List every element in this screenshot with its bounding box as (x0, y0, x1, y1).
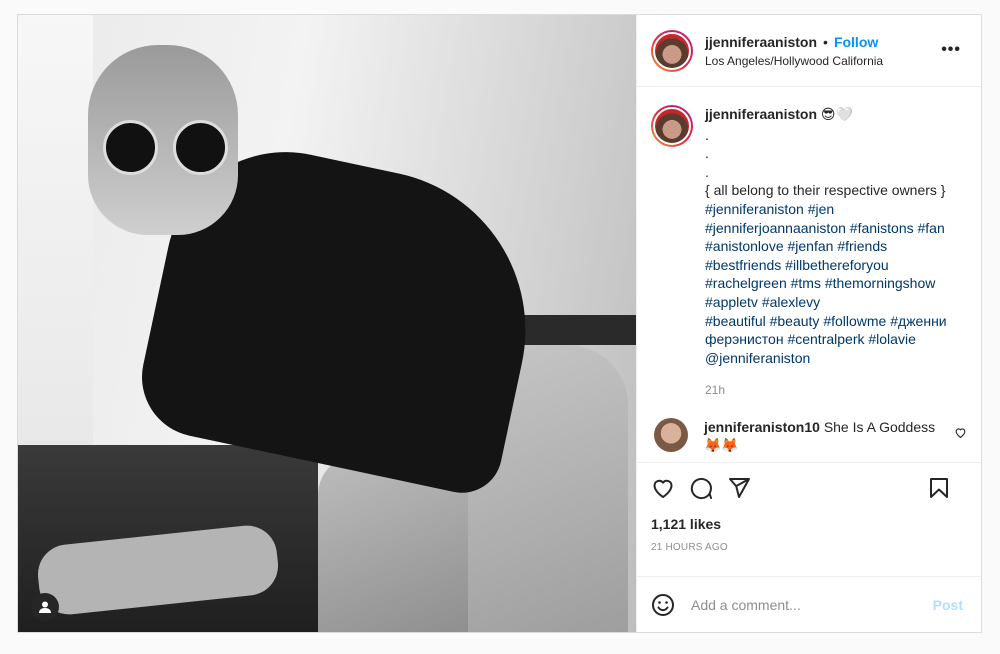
bookmark-icon[interactable] (927, 476, 951, 500)
caption-dot: . (705, 145, 709, 162)
heart-icon[interactable] (651, 476, 675, 500)
caption-dot: . (705, 163, 709, 180)
hashtag-line[interactable]: #jenniferjoannaaniston #fanistons #fan (705, 219, 947, 238)
hashtag-line[interactable]: #anistonlove #jenfan #friends (705, 237, 947, 256)
hashtag-line[interactable]: #beautiful #beauty #followme #дженни (705, 312, 947, 331)
comment-text: She Is A Goddess (823, 418, 936, 435)
share-icon[interactable] (727, 476, 751, 500)
comment-like-icon[interactable] (954, 426, 967, 444)
comment-avatar[interactable] (654, 417, 688, 452)
action-bar (637, 462, 981, 512)
location-link[interactable]: Los Angeles/Hollywood California (705, 54, 883, 68)
comment-username[interactable]: jenniferaniston10 (704, 419, 820, 435)
post-timestamp[interactable]: 21 HOURS AGO (637, 532, 981, 576)
caption: jjenniferaaniston 😎🤍 . . . { all belong … (651, 105, 967, 400)
comments-area[interactable]: jjenniferaaniston 😎🤍 . . . { all belong … (637, 87, 981, 462)
caption-emoji: 😎🤍 (820, 106, 853, 122)
mention-link[interactable]: @jenniferaniston (705, 349, 947, 368)
caption-text: { all belong to their respective owners … (705, 182, 946, 199)
hashtag-line[interactable]: #jenniferaniston #jen (705, 200, 947, 219)
caption-dot: . (705, 126, 709, 143)
post-dialog: jjenniferaaniston • Follow Los Angeles/H… (17, 14, 982, 633)
separator-dot: • (823, 33, 828, 50)
caption-username[interactable]: jjenniferaaniston (705, 105, 817, 124)
hashtag-line[interactable]: #appletv #alexlevy (705, 293, 947, 312)
comment-emoji: 🦊🦊 (704, 436, 739, 453)
post-header: jjenniferaaniston • Follow Los Angeles/H… (637, 15, 981, 87)
more-icon[interactable]: ••• (941, 41, 961, 59)
hashtag-line[interactable]: #rachelgreen #tms #themorningshow (705, 274, 947, 293)
post-comment-button[interactable]: Post (933, 597, 963, 613)
post-photo[interactable] (18, 15, 636, 632)
emoji-icon[interactable] (651, 593, 675, 617)
comment-icon[interactable] (689, 476, 713, 500)
comment-item: jenniferaniston10 She Is A Goddess 🦊🦊 (651, 417, 967, 454)
hashtag-line[interactable]: ферэнистон #centralperk #lolavie (705, 330, 947, 349)
hashtag-line[interactable]: #bestfriends #illbethereforyou (705, 256, 947, 275)
photo-sunglasses (103, 120, 233, 175)
caption-avatar[interactable] (651, 105, 693, 147)
follow-button[interactable]: Follow (834, 34, 878, 50)
post-sidebar: jjenniferaaniston • Follow Los Angeles/H… (636, 15, 981, 632)
comment-input[interactable] (691, 596, 933, 613)
likes-count[interactable]: 1,121 likes (637, 512, 981, 532)
avatar[interactable] (651, 29, 693, 72)
header-username[interactable]: jjenniferaaniston (705, 34, 817, 50)
user-tag-icon[interactable] (31, 593, 59, 621)
add-comment-bar: Post (637, 576, 981, 632)
caption-time[interactable]: 21h (705, 381, 947, 400)
